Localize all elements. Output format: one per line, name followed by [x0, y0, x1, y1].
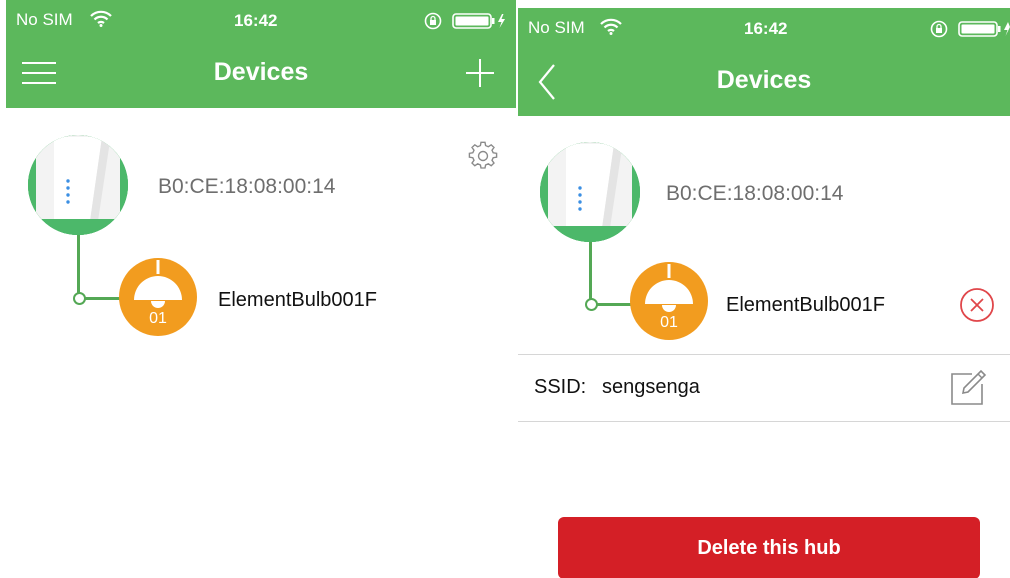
battery-icon — [958, 20, 1010, 43]
status-time: 16:42 — [744, 19, 788, 38]
wifi-icon — [600, 17, 622, 40]
status-bar: No SIM 16:42 — [518, 8, 1010, 48]
plus-icon — [466, 59, 494, 87]
rotation-lock-icon — [424, 12, 442, 35]
tree-node-dot — [585, 298, 598, 311]
edit-ssid-button[interactable] — [948, 368, 988, 408]
hub-mac-address: B0:CE:18:08:00:14 — [158, 175, 336, 198]
page-title: Devices — [716, 66, 812, 94]
hub-detail-screen: No SIM 16:42 Devices B0:CE:18:08:00:14 0… — [518, 8, 1010, 578]
remove-bulb-button[interactable] — [959, 287, 995, 323]
wifi-icon — [90, 9, 112, 32]
ssid-value: sengsenga — [602, 376, 700, 398]
devices-screen: No SIM 16:42 Devices B0:CE:18:08:00:14 0… — [6, 0, 516, 578]
add-device-button[interactable] — [460, 54, 504, 94]
hub-mac-address: B0:CE:18:08:00:14 — [666, 182, 844, 205]
battery-icon — [452, 12, 510, 35]
tree-node-dot — [73, 292, 86, 305]
delete-hub-button[interactable]: Delete this hub — [558, 517, 980, 578]
nav-bar: Devices — [6, 40, 516, 108]
bulb-number: 01 — [149, 310, 167, 327]
ssid-label: SSID: — [534, 376, 587, 398]
bulb-number: 01 — [660, 314, 678, 331]
divider — [518, 421, 1010, 422]
status-time: 16:42 — [234, 11, 278, 30]
status-bar: No SIM 16:42 — [6, 0, 516, 40]
nav-bar: Devices — [518, 48, 1010, 116]
carrier-label: No SIM — [528, 18, 585, 37]
hub-avatar[interactable] — [540, 142, 640, 242]
divider — [518, 354, 1010, 355]
remove-circle-icon — [960, 288, 994, 322]
hub-avatar[interactable] — [28, 135, 128, 235]
edit-icon — [951, 369, 987, 405]
gear-icon — [468, 141, 498, 169]
tree-connector-vertical — [589, 242, 592, 305]
rotation-lock-icon — [930, 20, 948, 43]
hub-device-image — [28, 135, 128, 235]
tree-connector-vertical — [77, 234, 80, 299]
bulb-avatar[interactable]: 01 — [630, 262, 708, 340]
bulb-avatar[interactable]: 01 — [119, 258, 197, 336]
hub-settings-button[interactable] — [468, 141, 498, 171]
page-title: Devices — [213, 58, 309, 86]
carrier-label: No SIM — [16, 10, 73, 29]
bulb-name: ElementBulb001F — [726, 294, 885, 316]
bulb-name: ElementBulb001F — [218, 289, 377, 311]
hub-device-image — [540, 142, 640, 242]
tree-connector-horizontal — [596, 303, 632, 306]
